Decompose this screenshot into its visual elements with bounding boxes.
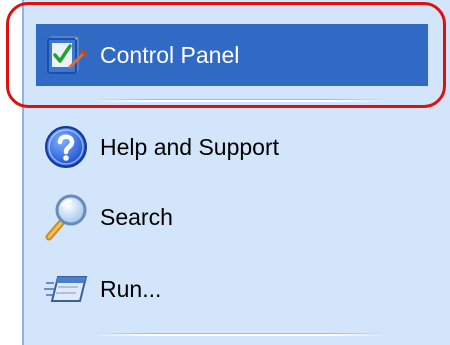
menu-item-label: Search [100, 203, 173, 230]
menu-item-run[interactable]: Run... [36, 258, 428, 320]
menu-item-search[interactable]: Search [36, 186, 428, 248]
help-icon [36, 117, 96, 177]
menu-item-label: Help and Support [100, 133, 280, 160]
run-icon [36, 259, 96, 319]
menu-separator [92, 99, 388, 102]
control-panel-icon [36, 25, 96, 85]
menu-item-label: Run... [100, 275, 162, 302]
search-icon [36, 187, 96, 247]
menu-item-label: Control Panel [100, 41, 240, 68]
menu-item-control-panel[interactable]: Control Panel [36, 24, 428, 86]
menu-item-help-and-support[interactable]: Help and Support [36, 116, 428, 178]
menu-separator [92, 333, 388, 336]
